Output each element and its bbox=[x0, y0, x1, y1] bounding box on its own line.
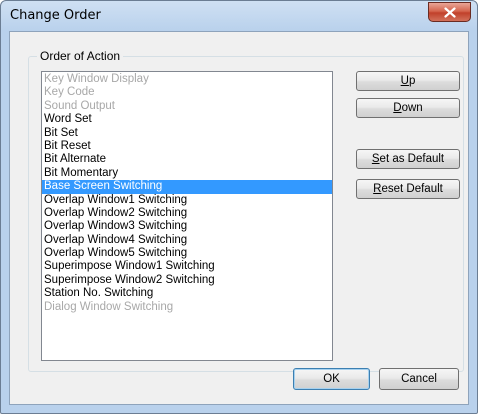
close-button[interactable] bbox=[428, 2, 471, 22]
down-label-rest: own bbox=[401, 102, 423, 114]
list-item[interactable]: Bit Momentary bbox=[42, 167, 332, 180]
list-item[interactable]: Overlap Window5 Switching bbox=[42, 247, 332, 260]
cancel-button[interactable]: Cancel bbox=[379, 368, 459, 390]
list-item[interactable]: Station No. Switching bbox=[42, 287, 332, 300]
up-mnemonic: U bbox=[400, 75, 409, 87]
set-default-label-rest: et as Default bbox=[379, 153, 445, 165]
group-label: Order of Action bbox=[37, 49, 124, 63]
reset-default-button[interactable]: Reset Default bbox=[356, 179, 460, 199]
close-icon bbox=[444, 7, 456, 18]
up-label-rest: p bbox=[408, 75, 416, 87]
change-order-dialog: Change Order Order of Action Key Window … bbox=[0, 0, 478, 414]
set-default-mnemonic: S bbox=[371, 153, 380, 165]
list-item[interactable]: Key Code bbox=[42, 86, 332, 99]
title-bar[interactable]: Change Order bbox=[1, 1, 477, 31]
list-item[interactable]: Overlap Window3 Switching bbox=[42, 220, 332, 233]
window-title: Change Order bbox=[10, 8, 101, 23]
list-item[interactable]: Base Screen Switching bbox=[42, 180, 332, 194]
down-mnemonic: D bbox=[393, 102, 402, 114]
down-button[interactable]: Down bbox=[356, 98, 460, 118]
order-of-action-group: Order of Action Key Window Display Key Co… bbox=[28, 49, 464, 372]
action-order-list[interactable]: Key Window Display Key Code Sound Output Wo… bbox=[41, 71, 333, 361]
list-item[interactable]: Overlap Window1 Switching bbox=[42, 194, 332, 207]
dialog-body: Order of Action Key Window Display Key Co… bbox=[9, 31, 469, 405]
list-item[interactable]: Sound Output bbox=[42, 100, 332, 113]
list-item[interactable]: Superimpose Window1 Switching bbox=[42, 260, 332, 273]
list-item[interactable]: Dialog Window Switching bbox=[42, 301, 332, 314]
list-item[interactable]: Bit Reset bbox=[42, 140, 332, 153]
list-item[interactable]: Overlap Window4 Switching bbox=[42, 234, 332, 247]
up-button[interactable]: Up bbox=[356, 71, 460, 91]
list-item[interactable]: Overlap Window2 Switching bbox=[42, 207, 332, 220]
ok-button[interactable]: OK bbox=[293, 368, 370, 390]
list-item[interactable]: Superimpose Window2 Switching bbox=[42, 274, 332, 287]
reset-default-label-rest: eset Default bbox=[381, 183, 443, 195]
set-as-default-button[interactable]: Set as Default bbox=[356, 149, 460, 169]
list-item[interactable]: Bit Alternate bbox=[42, 153, 332, 166]
list-item[interactable]: Word Set bbox=[42, 113, 332, 126]
list-item[interactable]: Key Window Display bbox=[42, 73, 332, 86]
list-item[interactable]: Bit Set bbox=[42, 127, 332, 140]
